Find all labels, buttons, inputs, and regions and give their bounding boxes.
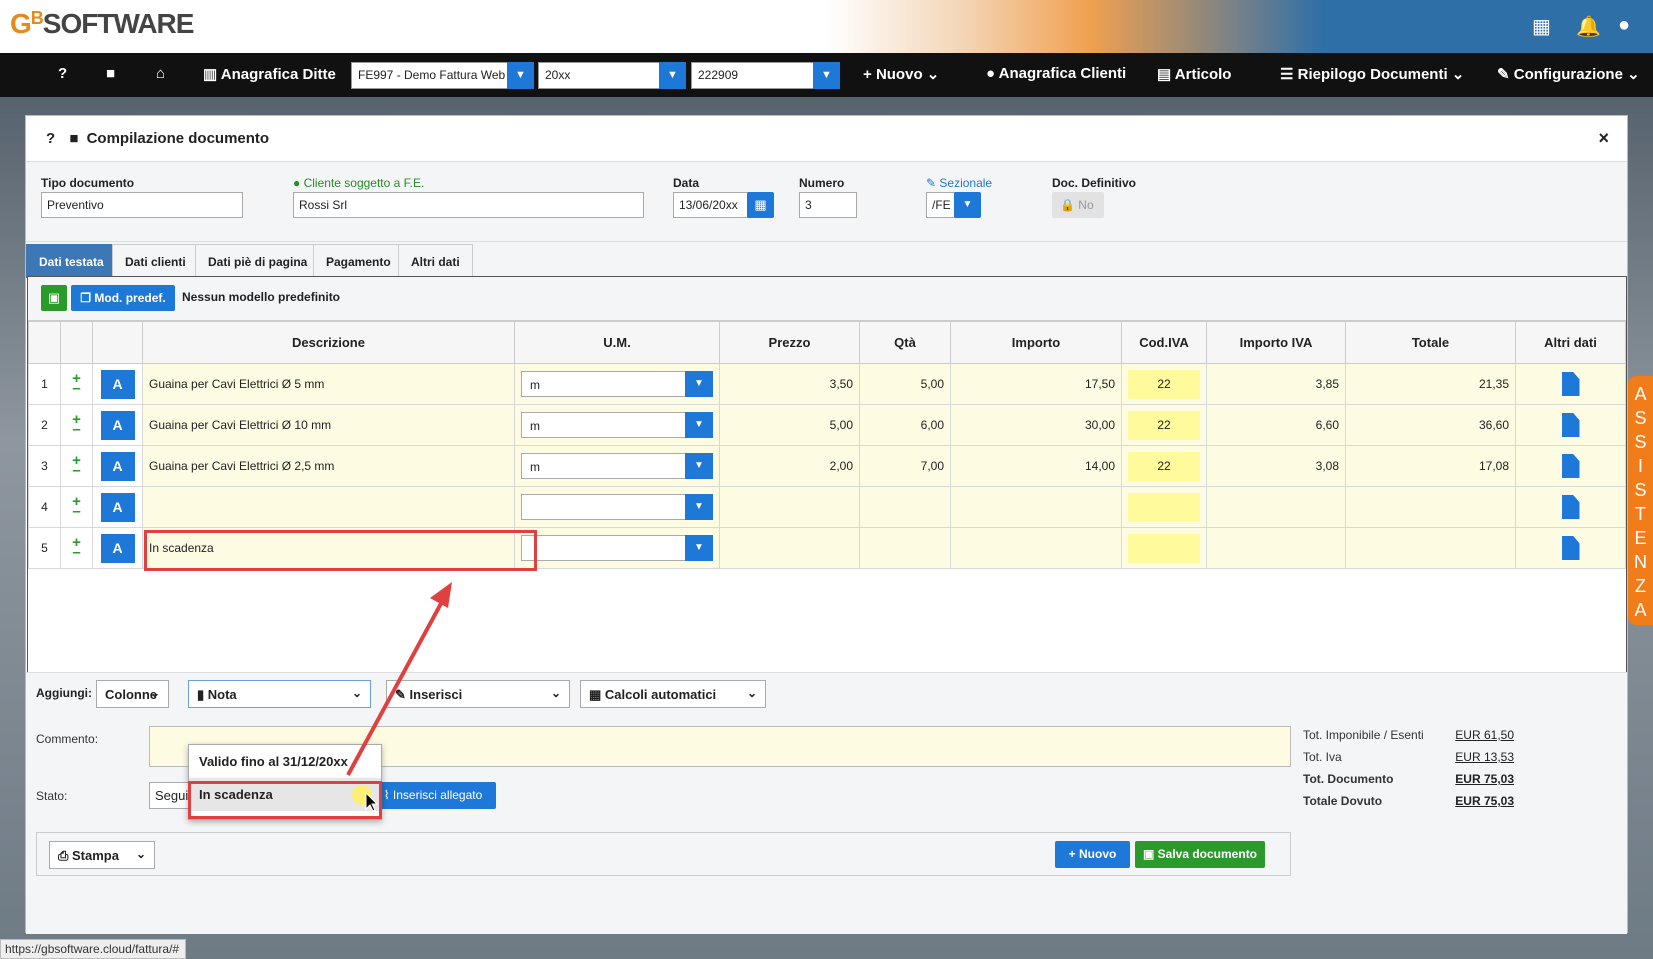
annotation-arrow <box>346 582 452 812</box>
